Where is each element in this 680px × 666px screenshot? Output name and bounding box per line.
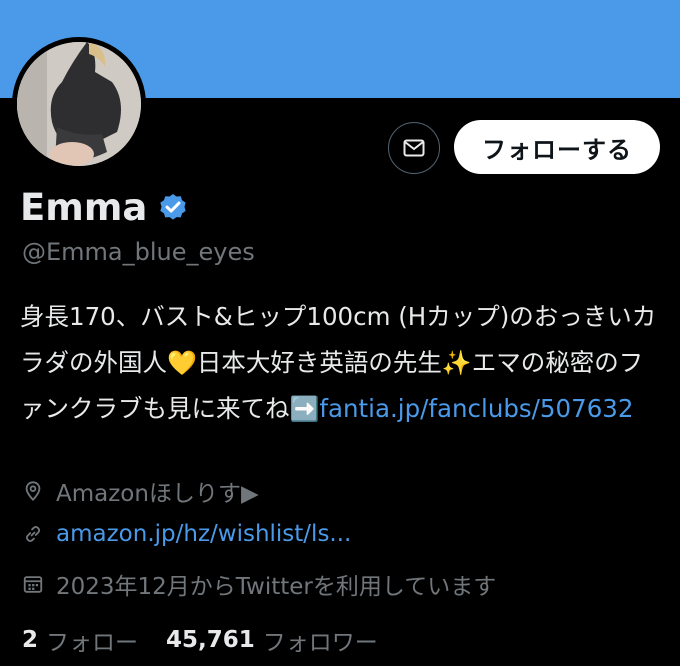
- message-button[interactable]: [388, 122, 440, 174]
- location-text: Amazonほしりす▶: [56, 481, 259, 507]
- website-row: amazon.jp/hz/wishlist/ls...: [22, 521, 351, 547]
- arrow-emoji: ➡️: [289, 395, 320, 423]
- following-label: フォロー: [46, 630, 139, 656]
- location-pin-icon: [25, 481, 41, 502]
- location-row: Amazonほしりす▶: [22, 474, 259, 508]
- heart-emoji: 💛: [167, 349, 197, 377]
- avatar[interactable]: [12, 37, 146, 171]
- bio-text-2: 日本大好き英語の先生: [196, 348, 442, 377]
- display-name: Emma: [20, 186, 148, 229]
- follow-stats: 2 フォロー 45,761 フォロワー: [22, 623, 406, 657]
- profile-page: フォローする Emma @Emma_blue_eyes 身長170、バスト&ヒッ…: [0, 0, 680, 666]
- followers-stat[interactable]: 45,761 フォロワー: [166, 623, 378, 657]
- avatar-photo: [17, 42, 141, 166]
- bio: 身長170、バスト&ヒップ100cm (Hカップ)のおっきいカラダの外国人💛日本…: [20, 294, 665, 432]
- followers-label: フォロワー: [262, 630, 378, 656]
- user-handle: @Emma_blue_eyes: [22, 238, 255, 266]
- link-icon: [25, 525, 41, 543]
- following-stat[interactable]: 2 フォロー: [22, 623, 138, 657]
- bio-link[interactable]: fantia.jp/fanclubs/507632: [319, 394, 633, 423]
- joined-row: 2023年12月からTwitterを利用しています: [22, 567, 496, 601]
- name-row: Emma: [20, 186, 189, 229]
- calendar-icon: [23, 576, 43, 593]
- following-count: 2: [22, 627, 39, 653]
- sparkles-emoji: ✨: [441, 349, 472, 377]
- followers-count: 45,761: [166, 627, 255, 653]
- website-link[interactable]: amazon.jp/hz/wishlist/ls...: [56, 521, 351, 547]
- envelope-icon: [403, 139, 425, 157]
- joined-text: 2023年12月からTwitterを利用しています: [56, 574, 497, 600]
- follow-button[interactable]: フォローする: [454, 120, 660, 174]
- verified-badge-icon[interactable]: [157, 192, 189, 224]
